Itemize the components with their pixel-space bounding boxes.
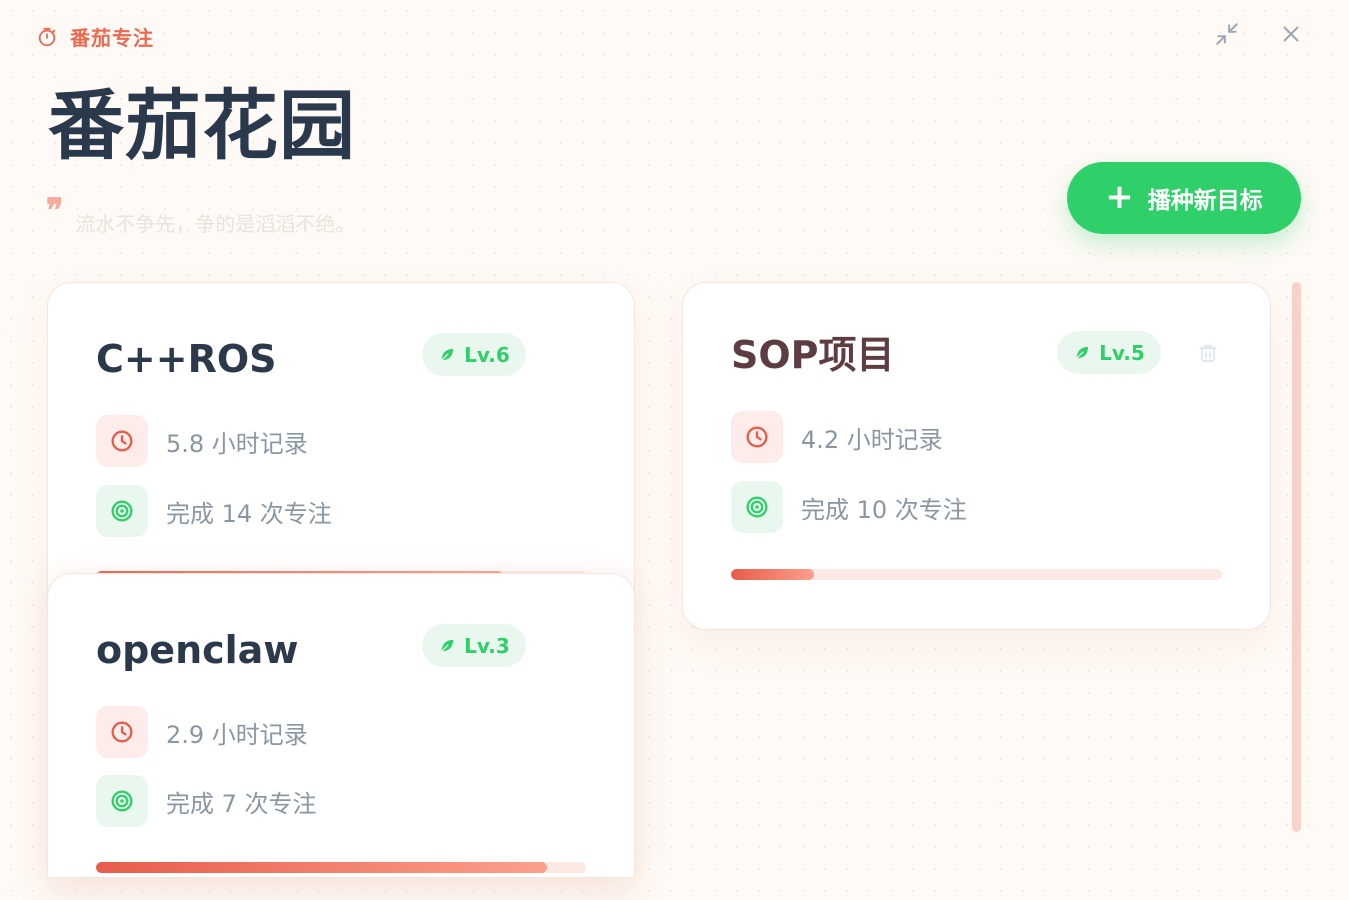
trash-icon <box>1199 345 1217 362</box>
sessions-text: 完成 10 次专注 <box>801 495 967 524</box>
goal-title: C++ROS <box>96 337 277 381</box>
stat-hours: 4.2 小时记录 <box>731 411 943 463</box>
stat-hours: 5.8 小时记录 <box>96 415 308 467</box>
close-button[interactable] <box>1277 20 1305 48</box>
hours-text: 2.9 小时记录 <box>166 720 308 749</box>
stopwatch-icon <box>36 26 58 48</box>
progress-bar <box>731 569 1222 580</box>
progress-fill <box>96 862 547 873</box>
add-goal-button[interactable]: + 播种新目标 <box>1067 162 1301 234</box>
stat-sessions: 完成 7 次专注 <box>96 775 317 827</box>
leaf-icon <box>438 637 456 655</box>
sessions-text: 完成 7 次专注 <box>166 789 317 818</box>
page-quote: ❞ 流水不争先，争的是滔滔不绝。 <box>46 192 356 237</box>
leaf-icon <box>1073 344 1091 362</box>
page-title: 番茄花园 <box>48 81 356 170</box>
progress-fill <box>731 569 815 580</box>
level-text: Lv.6 <box>464 342 510 367</box>
plus-icon: + <box>1105 176 1134 217</box>
level-badge: Lv.3 <box>422 624 526 667</box>
stat-hours: 2.9 小时记录 <box>96 706 308 758</box>
quote-icon: ❞ <box>46 192 64 228</box>
progress-bar <box>96 862 586 873</box>
level-badge: Lv.5 <box>1057 331 1161 374</box>
clock-icon <box>96 706 148 758</box>
target-icon <box>96 485 148 537</box>
minimize-icon <box>1216 23 1238 45</box>
goal-title: openclaw <box>96 628 299 672</box>
target-icon <box>731 481 783 533</box>
minimize-button[interactable] <box>1213 20 1241 48</box>
clock-icon <box>96 415 148 467</box>
level-badge: Lv.6 <box>422 333 526 376</box>
close-icon <box>1283 26 1299 42</box>
window-controls <box>1213 20 1305 48</box>
target-icon <box>96 775 148 827</box>
stat-sessions: 完成 14 次专注 <box>96 485 332 537</box>
level-text: Lv.5 <box>1099 340 1145 365</box>
goal-card-openclaw[interactable]: openclaw Lv.3 2.9 小时记录 完成 7 次专注 <box>47 573 635 878</box>
app-brand: 番茄专注 <box>36 22 154 51</box>
hours-text: 5.8 小时记录 <box>166 429 308 458</box>
add-goal-label: 播种新目标 <box>1147 188 1263 214</box>
goal-card-sop[interactable]: SOP项目 Lv.5 4.2 小时记录 完成 10 次专注 <box>682 282 1271 630</box>
quote-text: 流水不争先，争的是滔滔不绝。 <box>75 212 356 236</box>
app-title: 番茄专注 <box>70 26 154 50</box>
goal-title: SOP项目 <box>731 333 895 377</box>
leaf-icon <box>438 346 456 364</box>
delete-goal-button[interactable] <box>1194 339 1222 367</box>
scrollbar[interactable] <box>1292 282 1301 832</box>
clock-icon <box>731 411 783 463</box>
hours-text: 4.2 小时记录 <box>801 425 943 454</box>
sessions-text: 完成 14 次专注 <box>166 499 332 528</box>
stat-sessions: 完成 10 次专注 <box>731 481 967 533</box>
app-header: 番茄专注 <box>0 0 1349 72</box>
level-text: Lv.3 <box>464 633 510 658</box>
